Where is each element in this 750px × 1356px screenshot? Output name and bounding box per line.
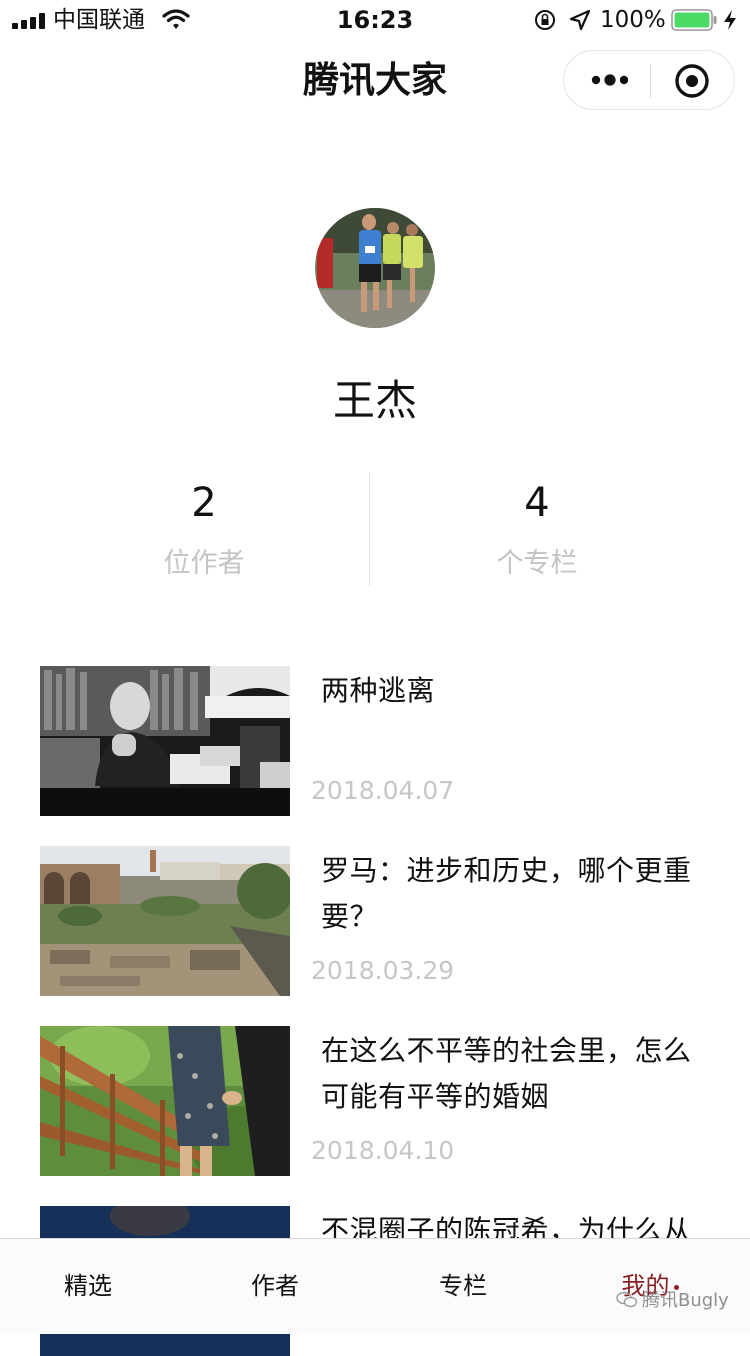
close-mini-program-icon[interactable] (674, 63, 710, 99)
profile-stats: 2 位作者 4 个专栏 (0, 470, 750, 588)
more-options-icon[interactable] (590, 71, 630, 89)
battery-icon (671, 9, 717, 31)
article-item[interactable]: 两种逃离 2018.04.07 (0, 666, 750, 816)
article-date: 2018.04.07 (311, 776, 455, 805)
article-title: 两种逃离 (321, 674, 436, 707)
tab-columns[interactable]: 专栏 (403, 1269, 523, 1303)
article-title: 在这么不平等的社会里，怎么可能有平等的婚姻 (321, 1034, 692, 1113)
watermark: 腾讯Bugly (642, 1290, 729, 1311)
user-name: 王杰 (332, 376, 417, 425)
tab-featured[interactable]: 精选 (28, 1269, 148, 1303)
battery-percentage: 100% (600, 7, 666, 33)
wechat-icon (616, 1291, 638, 1308)
article-thumbnail (40, 666, 290, 816)
authors-label: 位作者 (163, 548, 245, 579)
mini-program-capsule (563, 50, 735, 110)
avatar[interactable] (315, 208, 435, 328)
article-date: 2018.03.29 (311, 956, 455, 985)
avatar-photo (315, 208, 435, 328)
authors-count: 2 (191, 480, 217, 526)
columns-label: 个专栏 (496, 548, 578, 579)
article-item[interactable]: 在这么不平等的社会里，怎么可能有平等的婚姻 2018.04.10 (0, 1026, 750, 1176)
article-title: 罗马：进步和历史，哪个更重要？ (321, 854, 692, 933)
charging-bolt-icon (724, 10, 736, 30)
tab-bar: 精选 作者 专栏 我的 (0, 1238, 750, 1334)
article-date: 2018.04.10 (311, 1136, 455, 1165)
article-thumbnail (40, 1026, 290, 1176)
article-item[interactable]: 罗马：进步和历史，哪个更重要？ 2018.03.29 (0, 846, 750, 996)
followed-columns-stat[interactable]: 4 个专栏 (352, 470, 722, 584)
status-bar: 中国联通 16:23 100% (0, 0, 750, 40)
location-arrow-icon (569, 9, 591, 31)
orientation-lock-icon (535, 10, 555, 30)
followed-authors-stat[interactable]: 2 位作者 (19, 470, 389, 584)
capsule-divider (650, 64, 651, 98)
article-thumbnail (40, 846, 290, 996)
columns-count: 4 (524, 480, 550, 526)
tab-authors[interactable]: 作者 (215, 1269, 335, 1303)
